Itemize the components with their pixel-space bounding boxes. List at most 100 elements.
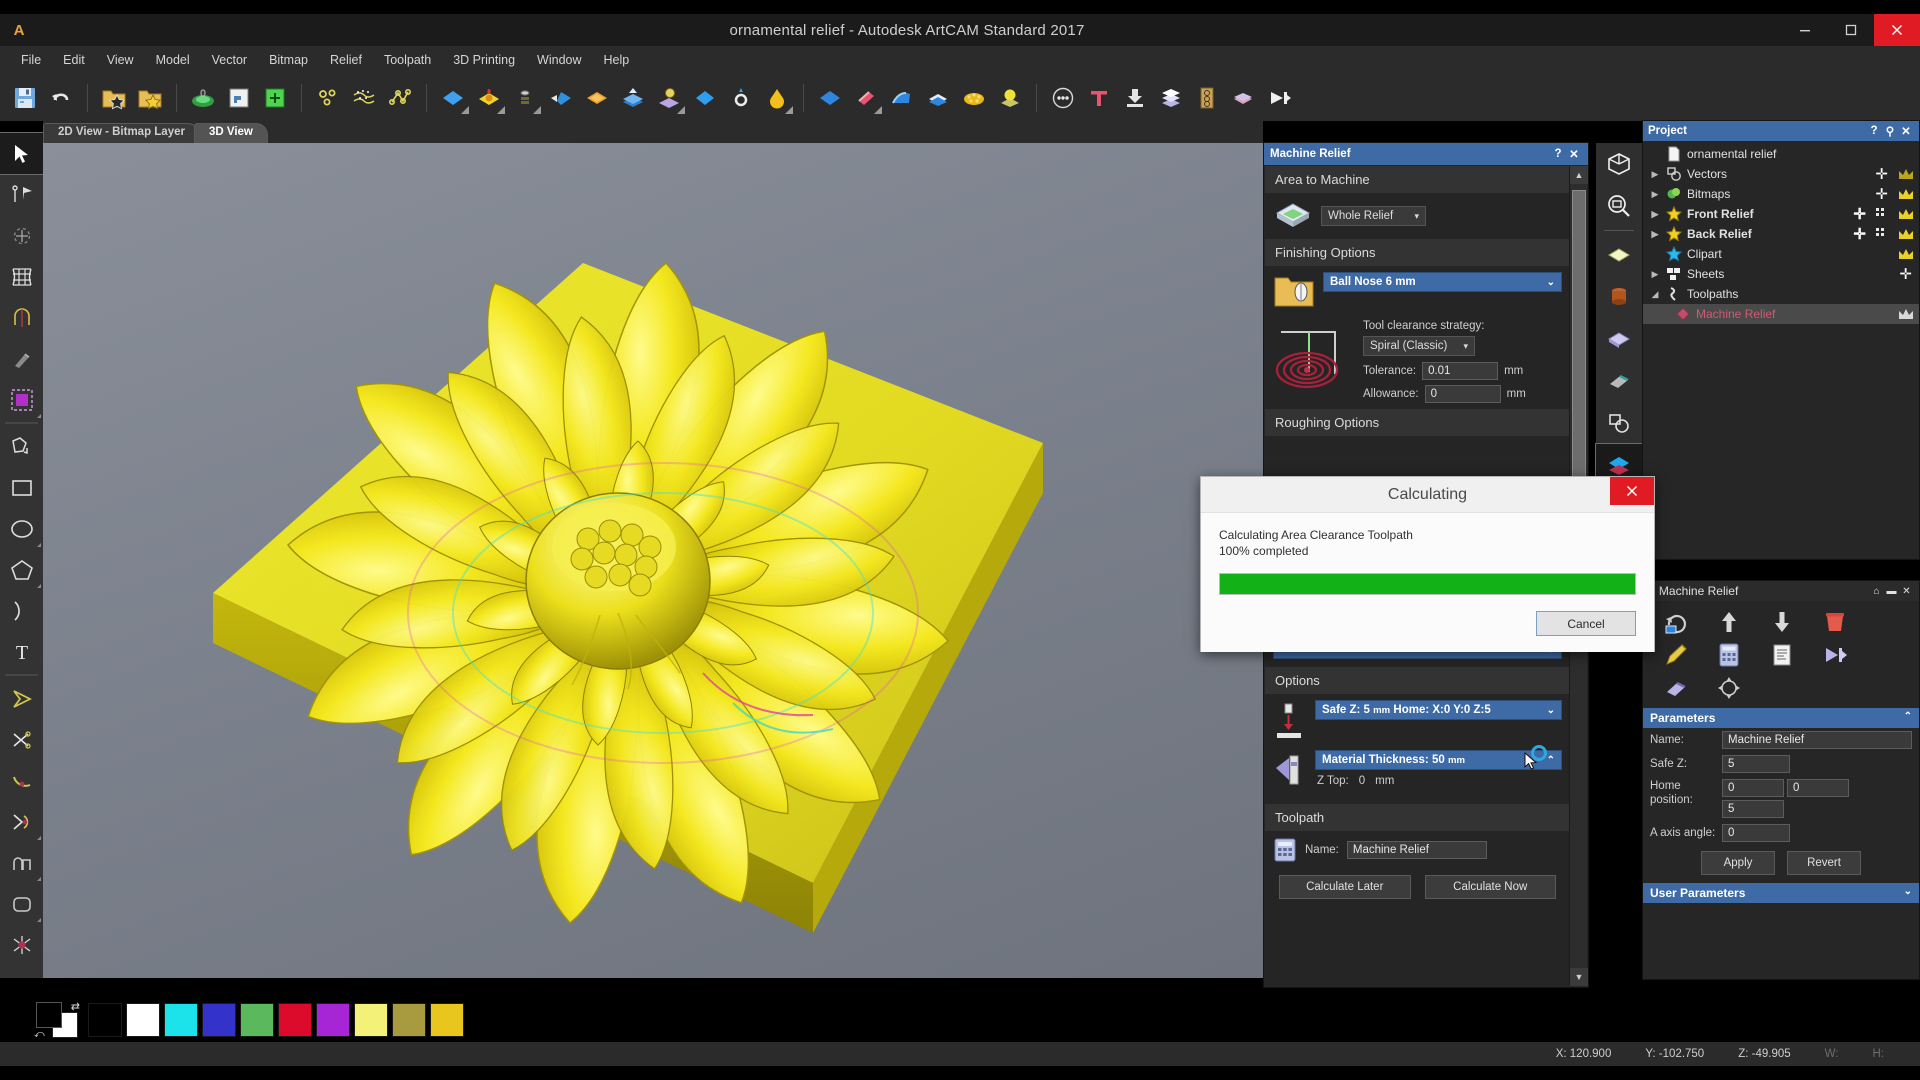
tree-item-front-relief[interactable]: ▶ Front Relief ✛: [1643, 204, 1919, 224]
tree-item-back-relief[interactable]: ▶ Back Relief ✛: [1643, 224, 1919, 244]
scroll-up-icon[interactable]: ▲: [1570, 166, 1588, 184]
back-relief-button[interactable]: [1596, 318, 1642, 360]
polyline-tool-button[interactable]: [0, 426, 43, 467]
tree-item-vectors[interactable]: ▶ Vectors ✛: [1643, 164, 1919, 184]
move-down-button[interactable]: [1755, 605, 1808, 638]
crown-icon[interactable]: [1898, 307, 1914, 321]
tool-expand-icon[interactable]: [37, 584, 41, 588]
dropdown-arrow-icon[interactable]: [874, 105, 882, 114]
import-vector-button[interactable]: [133, 81, 167, 115]
rounded-shape-tool-button[interactable]: [0, 842, 43, 883]
node-edit-tool-button[interactable]: [0, 174, 43, 215]
area-to-machine-select[interactable]: Whole Relief ▾: [1321, 206, 1426, 226]
crown-icon[interactable]: [1898, 187, 1914, 201]
menu-edit[interactable]: Edit: [52, 49, 96, 71]
smooth-relief-button[interactable]: [472, 81, 506, 115]
relief-layer-blue-button[interactable]: [813, 81, 847, 115]
close-icon[interactable]: ✕: [1566, 147, 1582, 161]
user-parameters-section-header[interactable]: User Parameters ⌄: [1643, 883, 1919, 903]
tree-item-bitmaps[interactable]: ▶ Bitmaps ✛: [1643, 184, 1919, 204]
mirror-tool-button[interactable]: [0, 297, 43, 338]
foreground-color-swatch[interactable]: [36, 1002, 62, 1028]
swap-colors-icon[interactable]: ⇄: [71, 1000, 80, 1013]
palette-swatch-black[interactable]: [88, 1003, 122, 1037]
close-icon[interactable]: ✕: [1898, 124, 1914, 138]
project-root-item[interactable]: ornamental relief: [1643, 144, 1919, 164]
move-up-button[interactable]: [1702, 605, 1755, 638]
grid-icon[interactable]: [1875, 207, 1889, 221]
menu-model[interactable]: Model: [145, 49, 201, 71]
finishing-allowance-input[interactable]: [1424, 385, 1501, 403]
relief-clipart-button[interactable]: [508, 81, 542, 115]
splatter-tool-button[interactable]: [0, 924, 43, 965]
crown-icon[interactable]: [1898, 167, 1914, 181]
rectangle-tool-button[interactable]: [0, 467, 43, 508]
add-icon[interactable]: ✛: [1853, 205, 1870, 223]
recalculate-button[interactable]: [1649, 605, 1702, 638]
collapse-icon[interactable]: ◢: [1649, 289, 1661, 300]
dropdown-arrow-icon[interactable]: [497, 105, 505, 114]
palette-swatch-blue[interactable]: [202, 1003, 236, 1037]
param-name-input[interactable]: [1722, 731, 1912, 749]
revert-button[interactable]: Revert: [1787, 851, 1861, 875]
moon-tool-button[interactable]: [0, 760, 43, 801]
relief-drop-button[interactable]: [760, 81, 794, 115]
calculator-button[interactable]: [1702, 638, 1755, 671]
relief-spin-button[interactable]: [652, 81, 686, 115]
menu-view[interactable]: View: [96, 49, 145, 71]
menu-window[interactable]: Window: [526, 49, 592, 71]
calculate-now-button[interactable]: Calculate Now: [1424, 875, 1556, 899]
add-relief-button[interactable]: [258, 81, 292, 115]
transform-tool-button[interactable]: [0, 215, 43, 256]
add-icon[interactable]: ✛: [1853, 225, 1870, 243]
calculating-dialog-close-button[interactable]: [1610, 477, 1654, 505]
texture-relief-button[interactable]: [957, 81, 991, 115]
relief-two-rail-button[interactable]: [688, 81, 722, 115]
menu-relief[interactable]: Relief: [319, 49, 373, 71]
transform-button[interactable]: [1702, 671, 1755, 704]
open-vector-button[interactable]: [97, 81, 131, 115]
menu-toolpath[interactable]: Toolpath: [373, 49, 442, 71]
expand-icon[interactable]: ▶: [1649, 189, 1661, 200]
edit-button[interactable]: [1649, 638, 1702, 671]
dropdown-arrow-icon[interactable]: [461, 105, 469, 114]
relief-offset-button[interactable]: [921, 81, 955, 115]
scrollbar-thumb[interactable]: [1572, 190, 1586, 490]
material-thickness-select[interactable]: Material Thickness: 50 mm ⌃: [1315, 750, 1562, 770]
save-relief-button[interactable]: [1118, 81, 1152, 115]
menu-bitmap[interactable]: Bitmap: [258, 49, 319, 71]
text-tool-button[interactable]: [1082, 81, 1116, 115]
palette-swatch-pale-yellow[interactable]: [354, 1003, 388, 1037]
foreground-background-swatch[interactable]: ⇄ ⤺: [34, 1000, 80, 1040]
menu-3d-printing[interactable]: 3D Printing: [442, 49, 526, 71]
toolpath-preview-button[interactable]: [1262, 81, 1296, 115]
palette-swatch-white[interactable]: [126, 1003, 160, 1037]
weave-button[interactable]: [580, 81, 614, 115]
relief-deform-button[interactable]: [885, 81, 919, 115]
delete-button[interactable]: [1808, 605, 1861, 638]
bitmap-select-tool-button[interactable]: [0, 379, 43, 420]
mesh-tool-button[interactable]: [0, 256, 43, 297]
dropdown-arrow-icon[interactable]: [677, 105, 685, 114]
tree-item-sheets[interactable]: ▶ Sheets ✛: [1643, 264, 1919, 284]
menu-file[interactable]: File: [10, 49, 52, 71]
pin-icon[interactable]: ⚲: [1882, 124, 1898, 138]
safe-z-select[interactable]: Safe Z: 5 mm Home: X:0 Y:0 Z:5 ⌄: [1315, 700, 1562, 720]
param-home-y-input[interactable]: [1787, 779, 1849, 797]
relief-sphere-button[interactable]: [993, 81, 1027, 115]
add-icon[interactable]: ✛: [1875, 185, 1893, 203]
add-icon[interactable]: ✛: [1899, 265, 1919, 283]
palette-swatch-olive[interactable]: [392, 1003, 426, 1037]
relief-extrude-button[interactable]: [616, 81, 650, 115]
calculating-cancel-button[interactable]: Cancel: [1536, 611, 1636, 636]
smudge-tool-button[interactable]: [0, 338, 43, 379]
relief-blend-button[interactable]: [724, 81, 758, 115]
palette-swatch-purple[interactable]: [316, 1003, 350, 1037]
ellipse-tool-button[interactable]: [0, 508, 43, 549]
relief-stack-button[interactable]: [1154, 81, 1188, 115]
tree-item-toolpaths[interactable]: ◢ Toolpaths: [1643, 284, 1919, 304]
finishing-tool-select[interactable]: Ball Nose 6 mm ⌄: [1323, 272, 1562, 292]
relief-merge-button[interactable]: [1226, 81, 1260, 115]
relief-layer-button[interactable]: [222, 81, 256, 115]
rounded-rect-tool-button[interactable]: [0, 883, 43, 924]
